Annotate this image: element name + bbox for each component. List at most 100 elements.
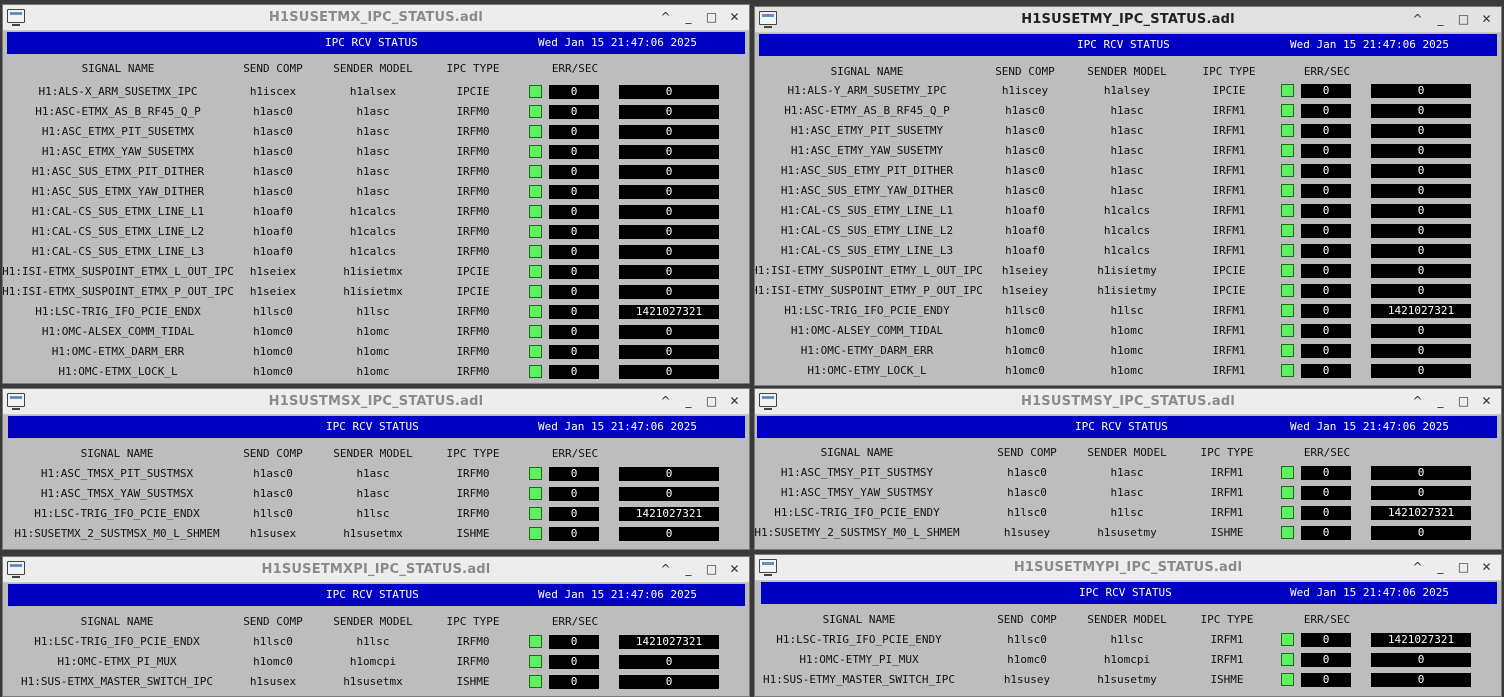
ipc-value: 0 [1371, 344, 1471, 358]
title-bar[interactable]: H1SUSTMSY_IPC_STATUS.adl ^ _ □ ✕ [755, 389, 1501, 415]
title-bar[interactable]: H1SUSETMYPI_IPC_STATUS.adl ^ _ □ ✕ [755, 555, 1501, 581]
status-led [1281, 104, 1294, 117]
window-6: H1SUSETMYPI_IPC_STATUS.adl ^ _ □ ✕ IPC RCV ST… [754, 554, 1502, 697]
err-sec-value: 0 [1301, 244, 1351, 258]
err-sec-value: 0 [1301, 184, 1351, 198]
window-title: H1SUSTMSX_IPC_STATUS.adl [268, 394, 484, 409]
err-sec-value: 0 [549, 245, 599, 259]
err-sec-value: 0 [1301, 344, 1351, 358]
maximize-button[interactable]: □ [701, 8, 722, 27]
ipc-value: 0 [1371, 184, 1471, 198]
header-date: Wed Jan 15 21:47:06 2025 [538, 420, 697, 433]
status-led [1281, 526, 1294, 539]
status-led [1281, 144, 1294, 157]
window-title: H1SUSETMXPI_IPC_STATUS.adl [261, 562, 491, 577]
minimize-button[interactable]: _ [1430, 392, 1451, 411]
ipc-header: IPC RCV STATUS Wed Jan 15 21:47:06 2025 [8, 416, 745, 438]
shade-button[interactable]: ^ [655, 560, 676, 579]
header-label: IPC RCV STATUS [1077, 38, 1170, 51]
header-label: IPC RCV STATUS [326, 420, 419, 433]
status-led [1281, 284, 1294, 297]
minimize-button[interactable]: _ [1430, 558, 1451, 577]
minimize-button[interactable]: _ [678, 392, 699, 411]
status-led [529, 145, 542, 158]
close-button[interactable]: ✕ [724, 392, 745, 411]
err-sec-value: 0 [549, 85, 599, 99]
ipc-value: 0 [619, 487, 719, 501]
err-sec-value: 0 [1301, 284, 1351, 298]
status-led [1281, 633, 1294, 646]
status-led [529, 527, 542, 540]
err-sec-value: 0 [549, 205, 599, 219]
ipc-header: IPC RCV STATUS Wed Jan 15 21:47:06 2025 [757, 416, 1497, 438]
window-title: H1SUSETMX_IPC_STATUS.adl [268, 10, 484, 25]
err-sec-value: 0 [1301, 653, 1351, 667]
status-led [529, 467, 542, 480]
status-led [1281, 466, 1294, 479]
ipc-value: 1421027321 [619, 507, 719, 521]
ipc-value: 0 [619, 245, 719, 259]
maximize-button[interactable]: □ [1453, 10, 1474, 29]
ipc-value: 0 [619, 165, 719, 179]
window-controls: ^ _ □ ✕ [1407, 558, 1497, 577]
close-button[interactable]: ✕ [1476, 392, 1497, 411]
minimize-button[interactable]: _ [678, 8, 699, 27]
ipc-header: IPC RCV STATUS Wed Jan 15 21:47:06 2025 [759, 34, 1497, 56]
ipc-value: 0 [619, 675, 719, 689]
status-led [1281, 184, 1294, 197]
status-led [1281, 364, 1294, 377]
shade-button[interactable]: ^ [1407, 392, 1428, 411]
ipc-value: 0 [619, 655, 719, 669]
err-sec-value: 0 [1301, 466, 1351, 480]
status-led [1281, 264, 1294, 277]
ipc-value: 0 [619, 325, 719, 339]
col-signal-name: SIGNAL NAME [80, 447, 154, 460]
title-bar[interactable]: H1SUSETMY_IPC_STATUS.adl ^ _ □ ✕ [755, 7, 1501, 33]
window-5: H1SUSETMXPI_IPC_STATUS.adl ^ _ □ ✕ IPC RCV ST… [2, 556, 750, 697]
status-led [1281, 204, 1294, 217]
window-title: H1SUSETMYPI_IPC_STATUS.adl [1013, 560, 1243, 575]
status-led [1281, 84, 1294, 97]
col-err-sec: ERR/SEC [551, 615, 599, 628]
title-bar[interactable]: H1SUSETMX_IPC_STATUS.adl ^ _ □ ✕ [3, 5, 749, 31]
maximize-button[interactable]: □ [701, 560, 722, 579]
col-err-sec: ERR/SEC [1303, 65, 1351, 78]
shade-button[interactable]: ^ [655, 392, 676, 411]
status-led [529, 675, 542, 688]
ipc-value: 0 [1371, 124, 1471, 138]
status-led [529, 205, 542, 218]
close-button[interactable]: ✕ [1476, 10, 1497, 29]
minimize-button[interactable]: _ [678, 560, 699, 579]
shade-button[interactable]: ^ [1407, 558, 1428, 577]
title-bar[interactable]: H1SUSETMXPI_IPC_STATUS.adl ^ _ □ ✕ [3, 557, 749, 583]
minimize-button[interactable]: _ [1430, 10, 1451, 29]
close-button[interactable]: ✕ [1476, 558, 1497, 577]
window-1: H1SUSETMX_IPC_STATUS.adl ^ _ □ ✕ IPC RCV STAT… [2, 4, 750, 384]
status-led [1281, 324, 1294, 337]
err-sec-value: 0 [1301, 84, 1351, 98]
maximize-button[interactable]: □ [1453, 558, 1474, 577]
err-sec-value: 0 [1301, 164, 1351, 178]
shade-button[interactable]: ^ [1407, 10, 1428, 29]
close-button[interactable]: ✕ [724, 560, 745, 579]
ipc-value: 0 [619, 467, 719, 481]
err-sec-value: 0 [549, 655, 599, 669]
maximize-button[interactable]: □ [701, 392, 722, 411]
status-led [1281, 124, 1294, 137]
title-bar[interactable]: H1SUSTMSX_IPC_STATUS.adl ^ _ □ ✕ [3, 389, 749, 415]
close-button[interactable]: ✕ [724, 8, 745, 27]
maximize-button[interactable]: □ [1453, 392, 1474, 411]
window-title: H1SUSTMSY_IPC_STATUS.adl [1020, 394, 1236, 409]
err-sec-value: 0 [549, 225, 599, 239]
err-sec-value: 0 [549, 325, 599, 339]
shade-button[interactable]: ^ [655, 8, 676, 27]
status-led [1281, 304, 1294, 317]
status-led [529, 125, 542, 138]
err-sec-value: 0 [549, 345, 599, 359]
err-sec-value: 0 [1301, 526, 1351, 540]
ipc-value: 0 [1371, 364, 1471, 378]
ipc-value: 0 [619, 527, 719, 541]
ipc-value: 0 [619, 345, 719, 359]
window-title: H1SUSETMY_IPC_STATUS.adl [1021, 12, 1235, 27]
ipc-value: 0 [619, 125, 719, 139]
